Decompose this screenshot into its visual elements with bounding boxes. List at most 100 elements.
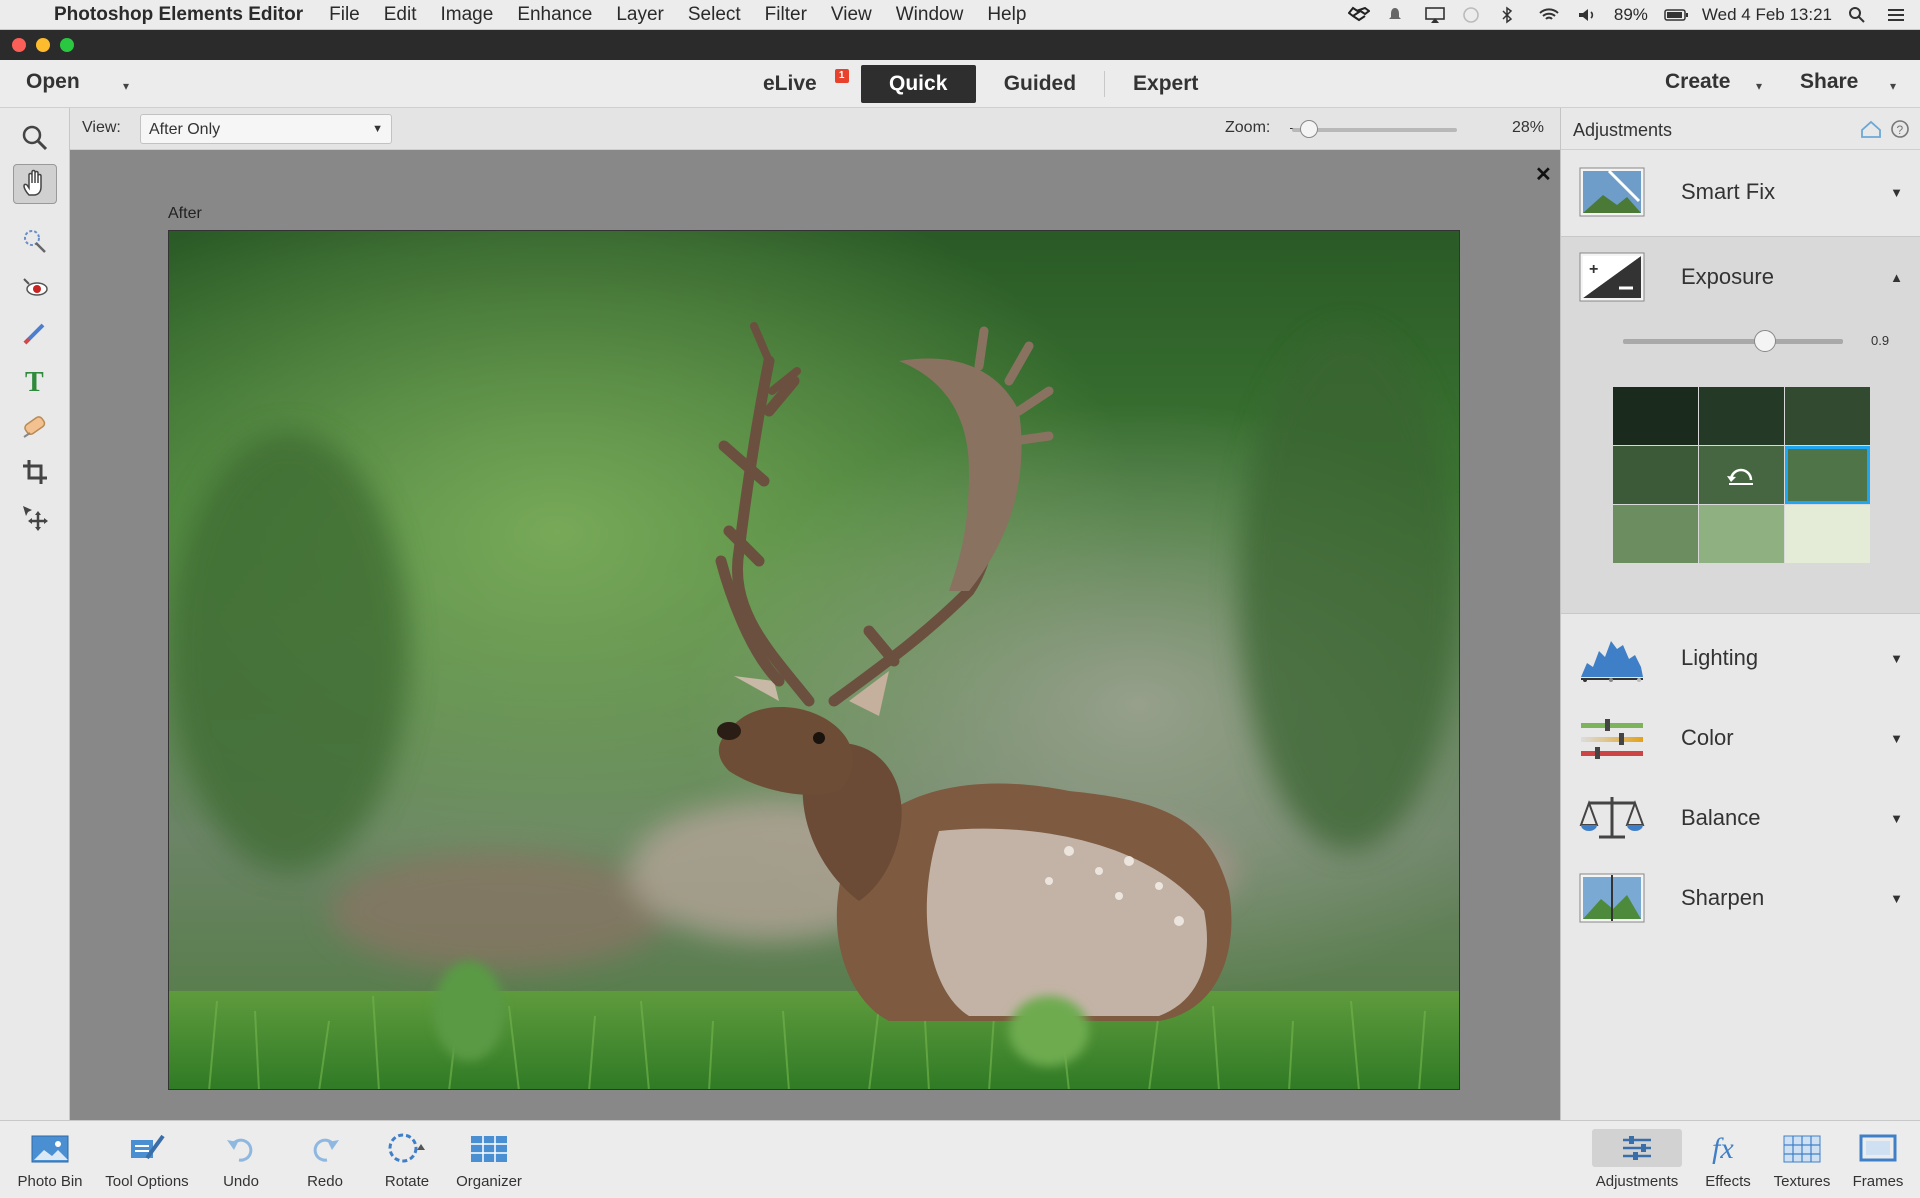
zoom-label: Zoom:: [1225, 119, 1271, 136]
wifi-icon[interactable]: [1538, 6, 1560, 24]
exposure-preview-thumbnail[interactable]: [1613, 387, 1698, 445]
adj-lighting[interactable]: Lighting ▼: [1561, 618, 1920, 698]
spot-healing-tool-icon[interactable]: [13, 406, 57, 446]
adj-balance[interactable]: Balance ▼: [1561, 778, 1920, 858]
chevron-down-icon: ▼: [372, 123, 383, 135]
view-options-bar: View: After Only ▼ Zoom: – 28%: [70, 108, 1560, 150]
chevron-down-icon: ▼: [1890, 890, 1903, 906]
view-select-value: After Only: [149, 121, 221, 138]
menu-layer[interactable]: Layer: [616, 4, 664, 26]
menu-select[interactable]: Select: [688, 4, 741, 26]
close-window-button[interactable]: [12, 38, 26, 52]
quick-selection-tool-icon[interactable]: [13, 222, 57, 262]
dropbox-icon[interactable]: [1347, 6, 1371, 24]
chevron-down-icon: ▼: [1890, 184, 1903, 200]
minimize-window-button[interactable]: [36, 38, 50, 52]
notification-center-icon[interactable]: [1886, 6, 1908, 24]
color-icon: [1579, 713, 1645, 763]
menu-help[interactable]: Help: [987, 4, 1026, 26]
zoom-out-icon[interactable]: –: [1290, 119, 1298, 135]
spotlight-icon[interactable]: [1848, 6, 1870, 24]
document-image[interactable]: [168, 230, 1460, 1090]
zoom-tool-icon[interactable]: [13, 118, 57, 158]
help-icon[interactable]: ?: [1890, 119, 1910, 144]
mode-tabs: eLive 1 Quick Guided Expert: [735, 64, 1226, 104]
exposure-preview-thumbnail[interactable]: [1699, 505, 1784, 563]
move-tool-icon[interactable]: [13, 498, 57, 538]
exposure-value: 0.9: [1871, 333, 1890, 348]
battery-icon[interactable]: [1664, 6, 1688, 24]
battery-percent[interactable]: 89%: [1614, 5, 1648, 25]
menu-edit[interactable]: Edit: [384, 4, 417, 26]
adj-label-sharpen: Sharpen: [1681, 885, 1765, 910]
create-dropdown-icon[interactable]: ▾: [1756, 79, 1762, 93]
chevron-down-icon: ▼: [1890, 650, 1903, 666]
menu-enhance[interactable]: Enhance: [517, 4, 592, 26]
svg-text:+: +: [1589, 261, 1598, 278]
exposure-preview-thumbnail[interactable]: [1785, 505, 1870, 563]
airplay-icon[interactable]: [1424, 6, 1446, 24]
zoom-slider-handle[interactable]: [1300, 120, 1318, 138]
undo-button[interactable]: Undo: [196, 1129, 286, 1190]
organizer-icon: [444, 1129, 534, 1167]
redo-icon: [280, 1129, 370, 1167]
adj-color[interactable]: Color ▼: [1561, 698, 1920, 778]
tab-expert[interactable]: Expert: [1105, 65, 1226, 103]
close-document-icon[interactable]: ✕: [1535, 162, 1552, 187]
menu-image[interactable]: Image: [441, 4, 494, 26]
exposure-preview-grid: [1613, 387, 1870, 565]
exposure-preview-thumbnail[interactable]: [1785, 387, 1870, 445]
hand-tool-icon[interactable]: [13, 164, 57, 204]
notification-icon[interactable]: [1386, 6, 1408, 24]
view-select[interactable]: After Only ▼: [140, 114, 392, 144]
red-eye-tool-icon[interactable]: [13, 268, 57, 308]
adjustments-button[interactable]: Adjustments: [1592, 1129, 1682, 1190]
clock[interactable]: Wed 4 Feb 13:21: [1702, 5, 1832, 25]
crop-tool-icon[interactable]: [13, 452, 57, 492]
bluetooth-icon[interactable]: [1500, 6, 1522, 24]
adj-smart-fix[interactable]: Smart Fix ▼: [1561, 152, 1920, 232]
redo-button[interactable]: Redo: [280, 1129, 370, 1190]
exposure-preview-thumbnail[interactable]: [1613, 446, 1698, 504]
open-button[interactable]: Open: [26, 70, 80, 94]
share-button[interactable]: Share: [1800, 70, 1858, 94]
undo-icon: [196, 1129, 286, 1167]
canvas-area[interactable]: ✕ After: [70, 150, 1560, 1120]
frames-button[interactable]: Frames: [1833, 1129, 1920, 1190]
type-tool-icon[interactable]: T: [13, 360, 57, 400]
menu-file[interactable]: File: [329, 4, 360, 26]
reset-icon: [1727, 468, 1753, 485]
menu-window[interactable]: Window: [896, 4, 964, 26]
exposure-preview-thumbnail[interactable]: [1699, 387, 1784, 445]
organizer-button[interactable]: Organizer: [444, 1129, 534, 1190]
whiten-teeth-tool-icon[interactable]: [13, 313, 57, 353]
adj-sharpen[interactable]: Sharpen ▼: [1561, 858, 1920, 938]
exposure-preview-thumbnail[interactable]: [1699, 446, 1784, 504]
tool-options-button[interactable]: Tool Options: [102, 1129, 192, 1190]
adj-label-exposure: Exposure: [1681, 264, 1774, 289]
tab-guided[interactable]: Guided: [976, 65, 1104, 103]
reset-panel-icon[interactable]: [1860, 120, 1882, 143]
exposure-preview-thumbnail[interactable]: [1613, 505, 1698, 563]
tab-elive[interactable]: eLive 1: [735, 65, 861, 103]
timemachine-icon[interactable]: [1462, 6, 1484, 24]
zoom-window-button[interactable]: [60, 38, 74, 52]
lighting-icon: [1579, 633, 1645, 683]
balance-icon: [1579, 793, 1645, 843]
volume-icon[interactable]: [1576, 6, 1598, 24]
rotate-button[interactable]: Rotate: [362, 1129, 452, 1190]
exposure-preview-thumbnail-selected[interactable]: [1785, 446, 1870, 504]
photo-bin-button[interactable]: Photo Bin: [5, 1129, 95, 1190]
app-menu[interactable]: Photoshop Elements Editor: [54, 4, 303, 26]
adj-exposure[interactable]: + Exposure ▲: [1561, 237, 1920, 317]
create-button[interactable]: Create: [1665, 70, 1730, 94]
menu-view[interactable]: View: [831, 4, 872, 26]
open-dropdown-icon[interactable]: ▾: [123, 79, 129, 93]
zoom-value: 28%: [1512, 119, 1545, 136]
share-dropdown-icon[interactable]: ▾: [1890, 79, 1896, 93]
menu-filter[interactable]: Filter: [765, 4, 807, 26]
exposure-slider[interactable]: [1623, 339, 1843, 344]
tab-quick[interactable]: Quick: [860, 65, 976, 103]
exposure-slider-handle[interactable]: [1754, 330, 1776, 352]
view-label: View:: [82, 119, 121, 136]
